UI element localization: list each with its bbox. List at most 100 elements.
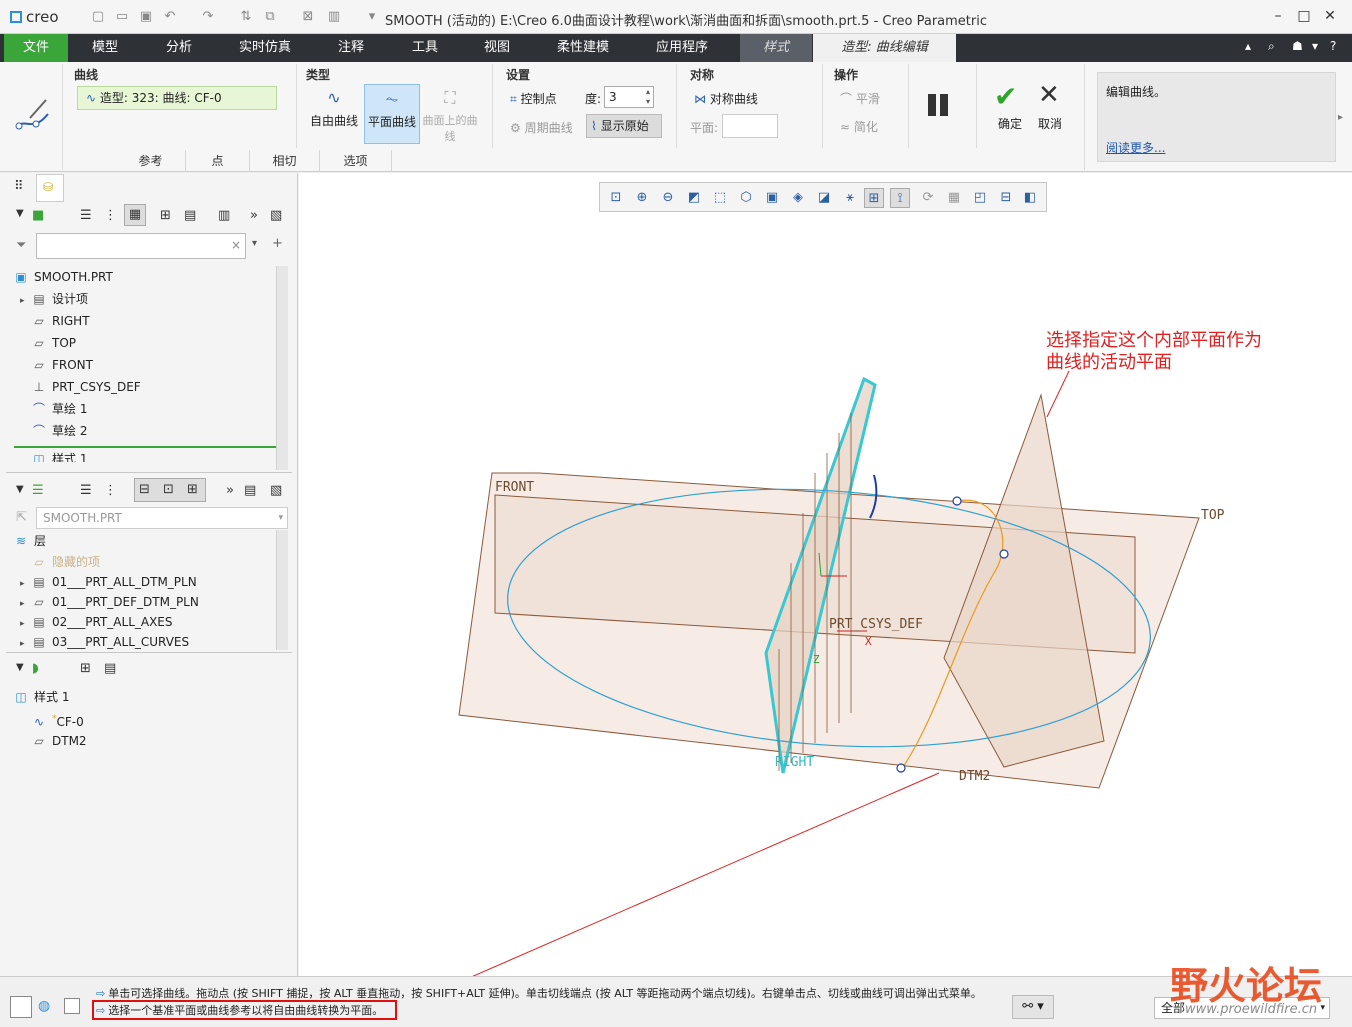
curve-point-marker[interactable] (999, 549, 1009, 559)
tree-item-sketch-2[interactable]: ⌒ 草绘 2 (14, 420, 276, 442)
menu-flexible-modeling[interactable]: 柔性建模 (546, 34, 620, 62)
minimize-button[interactable]: – (1268, 8, 1288, 26)
degree-input[interactable]: 3 ▴ ▾ (604, 86, 654, 108)
fullscreen-icon[interactable] (64, 998, 80, 1014)
layer-hide-icon[interactable]: ⊡ (163, 482, 174, 497)
close-button[interactable]: ✕ (1320, 8, 1340, 26)
tree-item-front[interactable]: ▱ FRONT (14, 354, 276, 376)
layer-tree-scrollbar[interactable] (276, 530, 288, 650)
search-icon[interactable]: ⌕ (1268, 39, 1275, 54)
settings-icon[interactable]: ☗ (1292, 39, 1303, 53)
cancel-x-icon[interactable]: ✕ (1038, 80, 1060, 110)
layer-more-icon[interactable]: » (226, 483, 234, 498)
open-icon[interactable]: ▭ (114, 9, 130, 25)
notes-icon[interactable]: ▧ (270, 208, 282, 223)
curve-endpoint-marker[interactable] (896, 763, 906, 773)
degree-spinner-icon[interactable]: ▴ ▾ (646, 87, 650, 107)
regenerate-icon[interactable]: ⇅ (238, 9, 254, 25)
model-tree-tab-icon[interactable]: ⠿ (14, 179, 24, 194)
tree-item-sketch-1[interactable]: ⌒ 草绘 1 (14, 398, 276, 420)
windows-icon[interactable]: ⧉ (262, 9, 278, 25)
customize-icon[interactable]: ▥ (326, 9, 342, 25)
more-icon[interactable]: » (250, 208, 258, 223)
tab-tangency[interactable]: 相切 (250, 150, 320, 172)
expand-icon[interactable]: ▸ (20, 594, 32, 614)
tree-display-icon[interactable]: ▦ (124, 204, 146, 226)
model-tree-collapse-icon[interactable]: ▼ (16, 208, 24, 219)
layer-item[interactable]: ▸ ▤ 03___PRT_ALL_CURVES (14, 632, 276, 652)
layer-isolate-icon[interactable]: ⊞ (187, 482, 198, 497)
menu-style[interactable]: 样式 (740, 34, 812, 62)
layer-filter-icon[interactable]: ⋮ (104, 483, 117, 498)
menu-file[interactable]: 文件 (4, 34, 68, 62)
dropdown-icon[interactable]: ▾ (364, 9, 380, 25)
menu-simulation[interactable]: 实时仿真 (228, 34, 302, 62)
curve-on-surface-button[interactable]: ⛶ 曲面上的曲线 (422, 84, 478, 144)
tab-options[interactable]: 选项 (320, 150, 392, 172)
settings-dropdown-icon[interactable]: ▾ (1312, 39, 1318, 53)
ok-button-label[interactable]: 确定 (998, 115, 1022, 132)
browser-toggle-icon[interactable]: ◍ (38, 998, 50, 1014)
tab-references[interactable]: 参考 (116, 150, 186, 172)
show-icon[interactable]: ▤ (184, 208, 196, 223)
redo-icon[interactable]: ↷ (200, 9, 216, 25)
menu-applications[interactable]: 应用程序 (644, 34, 720, 62)
menu-tools[interactable]: 工具 (394, 34, 456, 62)
layer-properties-icon[interactable]: ▤ (244, 483, 256, 498)
symmetry-plane-input[interactable] (722, 114, 778, 138)
layer-item[interactable]: ▸ ▤ 01___PRT_ALL_DTM_PLN (14, 572, 276, 592)
tree-root[interactable]: ▣ SMOOTH.PRT (14, 266, 276, 288)
tree-item-csys[interactable]: ⊥ PRT_CSYS_DEF (14, 376, 276, 398)
new-file-icon[interactable]: ▢ (90, 9, 106, 25)
tree-item-style-1[interactable]: ◫ 样式 1 (14, 448, 276, 462)
periodic-curve-option[interactable]: ⚙ 周期曲线 (510, 119, 573, 136)
expand-icon[interactable]: ▸ (20, 574, 32, 594)
layer-columns-icon[interactable]: ☰ (80, 483, 92, 498)
layer-notes-icon[interactable]: ▧ (270, 483, 282, 498)
show-original-toggle[interactable]: ⌇ 显示原始 (586, 114, 662, 138)
free-curve-button[interactable]: ∿ 自由曲线 (306, 84, 362, 144)
find-binoculars-icon[interactable]: ⚯ ▾ (1012, 995, 1054, 1019)
tree-filter-icon[interactable]: ⋮ (104, 208, 117, 223)
smooth-button[interactable]: ⌒ 平滑 (840, 90, 880, 107)
menu-curve-edit[interactable]: 造型: 曲线编辑 (813, 34, 956, 62)
tree-item-top[interactable]: ▱ TOP (14, 332, 276, 354)
save-icon[interactable]: ▣ (138, 9, 154, 25)
layer-hidden-items[interactable]: ▱ 隐藏的项 (14, 552, 276, 572)
list-icon[interactable]: ▥ (218, 208, 230, 223)
tree-settings-icon[interactable]: ⊞ (160, 208, 171, 223)
add-icon[interactable]: + (272, 236, 283, 251)
close-window-icon[interactable]: ⊠ (300, 9, 316, 25)
control-point-option[interactable]: ⌗ 控制点 (510, 90, 557, 107)
select-arrow-icon[interactable]: ⇱ (16, 510, 27, 525)
maximize-button[interactable]: □ (1294, 8, 1314, 26)
layer-tree-collapse-icon[interactable]: ▼ (16, 484, 24, 495)
style-tree-collapse-icon[interactable]: ▼ (16, 662, 24, 673)
search-dropdown-icon[interactable]: ▾ (252, 238, 257, 249)
style-item-dtm2[interactable]: ▱ DTM2 (14, 730, 276, 752)
expand-icon[interactable]: ▸ (20, 290, 32, 312)
expand-icon[interactable]: ▸ (20, 634, 32, 654)
pause-button[interactable] (928, 94, 954, 118)
curve-reference-field[interactable]: ∿ 造型: 323: 曲线: CF-0 (77, 86, 277, 110)
menu-analysis[interactable]: 分析 (148, 34, 210, 62)
combo-dropdown-icon[interactable]: ▾ (278, 508, 283, 528)
curve-endpoint-marker[interactable] (952, 496, 962, 506)
style-tree-show-icon[interactable]: ▤ (104, 661, 116, 676)
cancel-button-label[interactable]: 取消 (1038, 115, 1062, 132)
layer-item[interactable]: ▸ ▱ 01___PRT_DEF_DTM_PLN (14, 592, 276, 612)
tree-item-design-items[interactable]: ▸ ▤ 设计项 (14, 288, 276, 310)
planar-curve-button[interactable]: ⏦ 平面曲线 (364, 84, 420, 144)
menu-model[interactable]: 模型 (74, 34, 136, 62)
menu-annotate[interactable]: 注释 (320, 34, 382, 62)
layer-model-combo[interactable]: SMOOTH.PRT ▾ (36, 507, 288, 529)
menu-view[interactable]: 视图 (466, 34, 528, 62)
navigator-toggle-icon[interactable] (10, 996, 32, 1018)
filter-icon[interactable]: ⏷ (16, 238, 26, 253)
clear-icon[interactable]: × (231, 238, 241, 252)
undo-icon[interactable]: ↶ (162, 9, 178, 25)
tab-points[interactable]: 点 (186, 150, 250, 172)
folder-browser-tab[interactable]: ⛁ (36, 174, 64, 202)
read-more-link[interactable]: 阅读更多... (1106, 139, 1165, 156)
model-tree-scrollbar[interactable] (276, 266, 288, 470)
